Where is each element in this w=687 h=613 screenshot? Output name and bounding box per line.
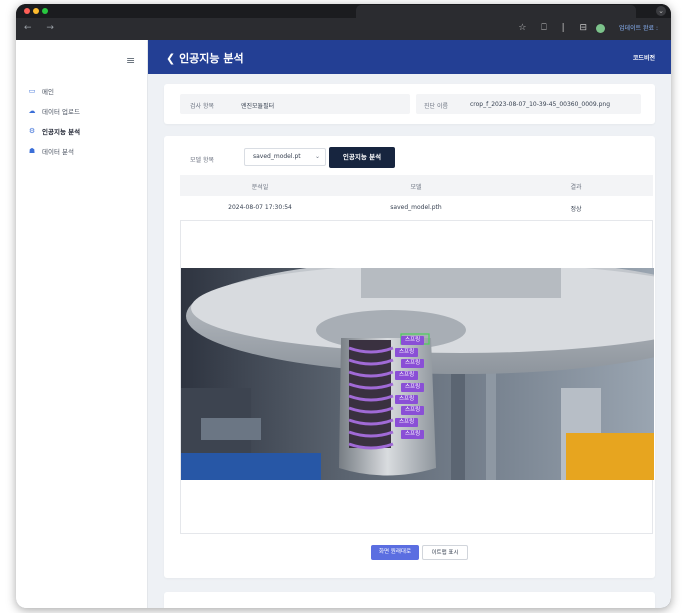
detection-label: 스프링 xyxy=(401,359,425,369)
page-title-text: 인공지능 분석 xyxy=(179,52,244,65)
detection-label: 스프링 xyxy=(395,394,419,404)
sidebar-item-label: 메인 xyxy=(42,88,54,96)
sidebar: ≡ ▭ 메인 ☁ 데이터 업로드 ⚙ 인공지능 분석 ☗ 데이터 분석 xyxy=(16,40,148,608)
inspection-value: 엔진모듈필터 xyxy=(241,103,275,110)
next-section-card xyxy=(164,592,655,608)
column-header-result: 결과 xyxy=(570,184,582,191)
minimize-window-button[interactable] xyxy=(33,8,39,14)
detection-label: 스프링 xyxy=(401,406,425,416)
tab-search-icon[interactable]: ⌄ xyxy=(656,6,666,16)
maximize-window-button[interactable] xyxy=(42,8,48,14)
cloud-upload-icon: ☁ xyxy=(28,107,36,115)
model-select-value: saved_model.pt xyxy=(253,153,301,160)
results-table-header: 분석일 모델 결과 xyxy=(180,175,653,196)
menu-toggle-icon[interactable]: ≡ xyxy=(126,54,135,67)
file-value: crop_f_2023-08-07_10-39-45_00360_0009.pn… xyxy=(470,101,611,108)
browser-tab[interactable] xyxy=(356,5,636,18)
gear-icon: ⚙ xyxy=(28,127,36,135)
chevron-left-icon[interactable]: ❮ xyxy=(166,52,175,65)
title-bar: ⌄ xyxy=(16,4,671,18)
inspection-field xyxy=(180,94,410,114)
inspection-photo[interactable]: 스프링 스프링 스프링 스프링 스프링 스프링 스프링 스프링 스프링 xyxy=(181,268,654,480)
browser-toolbar: ← → ☆ ⎕ | ⊟ 업데이트 완료 : xyxy=(16,18,671,40)
detection-label: 스프링 xyxy=(395,347,419,357)
cell-model: saved_model.pth xyxy=(390,204,442,211)
company-name: 코드비전 xyxy=(632,55,655,62)
close-window-button[interactable] xyxy=(24,8,30,14)
back-forward-icon[interactable]: ← → xyxy=(24,23,60,33)
inspection-info-card: 검사 항목 엔진모듈필터 진단 이름 crop_f_2023-08-07_10-… xyxy=(164,84,655,124)
toolbar-icons[interactable]: ☆ ⎕ | ⊟ xyxy=(518,23,593,33)
page-title: ❮ 인공지능 분석 xyxy=(166,50,244,66)
sidebar-item-ai-analysis[interactable]: ⚙ 인공지능 분석 xyxy=(28,124,80,138)
detection-label: 스프링 xyxy=(395,417,419,427)
app-page: ≡ ▭ 메인 ☁ 데이터 업로드 ⚙ 인공지능 분석 ☗ 데이터 분석 ❮ 인공… xyxy=(16,40,671,608)
sidebar-item-label: 데이터 분석 xyxy=(42,148,74,156)
detection-label: 스프링 xyxy=(401,429,425,439)
reset-view-button[interactable]: 화면 원래대로 xyxy=(371,545,419,560)
sidebar-item-label: 데이터 업로드 xyxy=(42,108,80,116)
profile-avatar[interactable] xyxy=(596,24,605,33)
update-button[interactable]: 업데이트 완료 : xyxy=(614,23,663,35)
result-image-panel: 스프링 스프링 스프링 스프링 스프링 스프링 스프링 스프링 스프링 화면 원래대로 이트맵 … xyxy=(180,220,654,560)
detection-label: 스프링 xyxy=(401,336,425,345)
file-label: 진단 이름 xyxy=(424,103,448,110)
run-analysis-button[interactable]: 인공지능 분석 xyxy=(329,147,395,168)
people-icon: ☗ xyxy=(28,147,36,155)
page-header: ❮ 인공지능 분석 코드비전 xyxy=(148,40,671,74)
monitor-icon: ▭ xyxy=(28,87,36,95)
detection-label: 스프링 xyxy=(401,382,425,392)
sidebar-item-main[interactable]: ▭ 메인 xyxy=(28,84,54,98)
cell-result: 정상 xyxy=(570,206,582,213)
model-select[interactable]: saved_model.pt ⌄ xyxy=(244,148,326,166)
model-label: 모델 항목 xyxy=(190,157,214,164)
browser-window: ⌄ ← → ☆ ⎕ | ⊟ 업데이트 완료 : ≡ ▭ 메인 ☁ 데이터 업로드… xyxy=(16,4,671,608)
detection-label: 스프링 xyxy=(395,371,419,381)
heatmap-toggle-button[interactable]: 이트맵 표시 xyxy=(422,545,468,560)
analysis-card: 모델 항목 saved_model.pt ⌄ 인공지능 분석 분석일 모델 결과… xyxy=(164,136,655,578)
sidebar-item-data-analysis[interactable]: ☗ 데이터 분석 xyxy=(28,144,74,158)
column-header-model: 모델 xyxy=(410,184,422,191)
chevron-down-icon: ⌄ xyxy=(314,153,320,160)
sidebar-item-data-upload[interactable]: ☁ 데이터 업로드 xyxy=(28,104,80,118)
inspection-label: 검사 항목 xyxy=(190,103,214,110)
column-header-date: 분석일 xyxy=(251,184,269,191)
sidebar-item-label: 인공지능 분석 xyxy=(42,128,81,136)
cell-date: 2024-08-07 17:30:54 xyxy=(228,204,292,211)
